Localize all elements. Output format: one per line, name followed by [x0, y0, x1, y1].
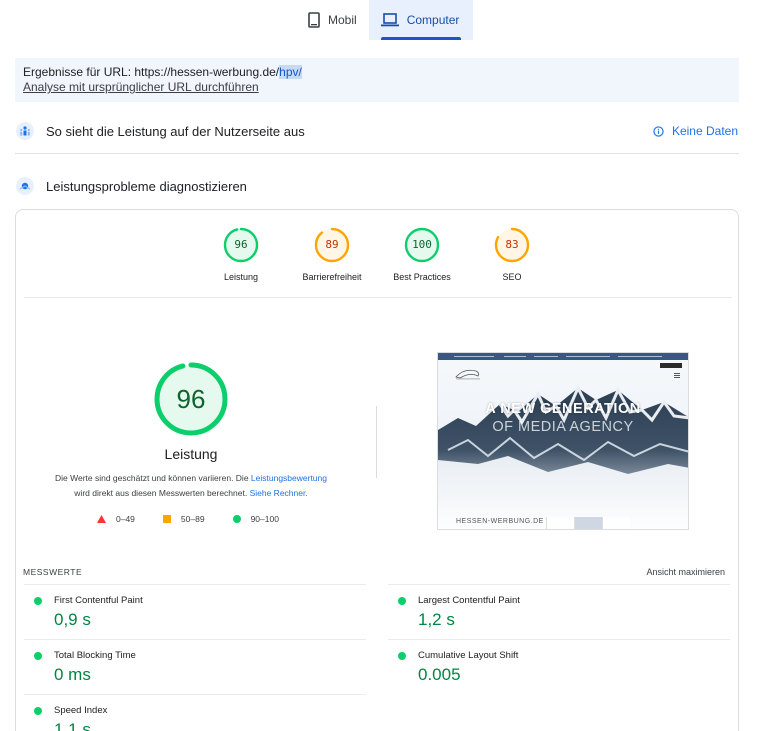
scoring-link[interactable]: Leistungsbewertung	[251, 473, 327, 483]
score-value: 100	[412, 238, 432, 251]
legend-range: 50–89	[180, 514, 205, 524]
url-prefix: Ergebnisse für URL: https://hessen-werbu…	[23, 65, 280, 79]
thumb-subheadline: OF MEDIA AGENCY	[492, 419, 634, 435]
score-gauges: 96 Leistung 89 Barrierefreiheit 100 Best…	[0, 227, 766, 287]
tab-mobile[interactable]: Mobil	[296, 0, 369, 40]
card-divider	[24, 297, 732, 298]
diagnose-title: Leistungsprobleme diagnostizieren	[46, 178, 247, 194]
score-value: 89	[325, 238, 339, 251]
vertical-separator	[376, 406, 377, 478]
site-logo	[454, 367, 482, 385]
metric-value: 0.005	[418, 665, 461, 684]
pass-indicator	[34, 652, 42, 660]
performance-score: 96	[176, 384, 206, 414]
score-value: 96	[234, 238, 248, 251]
metric-name: Speed Index	[54, 705, 108, 716]
performance-big-gauge: 96	[153, 361, 229, 437]
legend-range: 0–49	[116, 514, 135, 524]
gauge-seo[interactable]: 83 SEO	[464, 227, 560, 282]
metric-name: Cumulative Layout Shift	[418, 650, 519, 661]
legend-fail: 0–49	[97, 514, 135, 524]
tab-label: Mobil	[328, 13, 357, 27]
metric-lcp: Largest Contentful Paint 1,2 s	[388, 584, 730, 639]
thumb-brand: HESSEN-WERBUNG.DE	[456, 518, 544, 525]
smartphone-icon	[308, 12, 320, 28]
pass-indicator	[34, 597, 42, 605]
metric-cls: Cumulative Layout Shift 0.005	[388, 639, 730, 694]
diagnose-header: Leistungsprobleme diagnostizieren	[16, 177, 738, 195]
lighthouse-icon	[16, 177, 34, 195]
score-label: Leistung	[223, 272, 259, 282]
legend-range: 90–100	[250, 514, 279, 524]
thumb-badge	[660, 363, 682, 368]
score-label: SEO	[502, 272, 522, 282]
score-value: 83	[505, 238, 519, 251]
metric-name: Largest Contentful Paint	[418, 595, 520, 606]
score-legend: 0–49 50–89 90–100	[97, 514, 307, 524]
desc-text: wird direkt aus diesen Messwerten berech…	[74, 488, 250, 498]
tab-computer[interactable]: Computer	[368, 0, 474, 40]
circle-icon	[232, 515, 241, 523]
url-highlight: hpv/	[279, 65, 302, 79]
no-data-label: Keine Daten	[671, 124, 738, 138]
desc-text: Die Werte sind geschätzt und können vari…	[54, 473, 251, 483]
metric-fcp: First Contentful Paint 0,9 s	[24, 584, 366, 639]
gauge-accessibility[interactable]: 89 Barrierefreiheit	[284, 227, 380, 282]
page-screenshot-thumbnail[interactable]: A NEW GENERATION OF MEDIA AGENCY HESSEN-…	[437, 352, 689, 530]
score-label: Barrierefreiheit	[302, 272, 362, 282]
laptop-icon	[380, 13, 399, 27]
hamburger-menu-icon	[674, 373, 680, 378]
metric-tbt: Total Blocking Time 0 ms	[24, 639, 366, 694]
legend-pass: 90–100	[232, 514, 279, 524]
performance-description: Die Werte sind geschätzt und können vari…	[40, 471, 342, 501]
metric-value: 0 ms	[54, 665, 91, 684]
field-data-title: So sieht die Leistung auf der Nutzerseit…	[46, 123, 305, 139]
users-icon	[16, 122, 34, 140]
gauge-performance[interactable]: 96 Leistung	[193, 227, 289, 282]
metric-speed-index: Speed Index 1,1 s	[24, 694, 366, 731]
tab-label: Computer	[406, 13, 460, 27]
metric-name: Total Blocking Time	[54, 650, 136, 661]
section-divider	[15, 153, 739, 154]
expand-view-button[interactable]: Ansicht maximieren	[646, 567, 725, 577]
thumb-topbar	[438, 353, 688, 360]
square-icon	[162, 515, 171, 523]
pass-indicator	[398, 652, 406, 660]
metric-value: 0,9 s	[54, 610, 91, 629]
legend-average: 50–89	[162, 514, 205, 524]
score-ring: 89	[314, 227, 350, 263]
metric-name: First Contentful Paint	[54, 595, 143, 606]
info-icon	[653, 125, 664, 137]
mountain-image	[438, 384, 688, 529]
pass-indicator	[398, 597, 406, 605]
thumb-headline: A NEW GENERATION	[485, 401, 641, 417]
url-info-box: Ergebnisse für URL: https://hessen-werbu…	[15, 58, 739, 102]
pass-indicator	[34, 707, 42, 715]
metric-value: 1,1 s	[54, 720, 91, 731]
field-data-header: So sieht die Leistung auf der Nutzerseit…	[16, 122, 738, 140]
score-ring: 83	[494, 227, 530, 263]
metrics-title: MESSWERTE	[23, 567, 83, 577]
calculator-link[interactable]: Siehe Rechner.	[250, 488, 308, 498]
gauge-best-practices[interactable]: 100 Best Practices	[374, 227, 470, 282]
thumb-buttons	[546, 517, 630, 529]
analyse-original-url-link[interactable]: Analyse mit ursprünglicher URL durchführ…	[23, 80, 259, 94]
score-label: Best Practices	[393, 272, 451, 282]
metric-value: 1,2 s	[418, 610, 455, 629]
no-data-link[interactable]: Keine Daten	[653, 124, 738, 138]
performance-label: Leistung	[164, 446, 218, 462]
score-ring: 96	[223, 227, 259, 263]
device-tabs: Mobil Computer	[296, 0, 474, 40]
triangle-icon	[97, 515, 106, 523]
url-line: Ergebnisse für URL: https://hessen-werbu…	[23, 65, 731, 80]
score-ring: 100	[404, 227, 440, 263]
